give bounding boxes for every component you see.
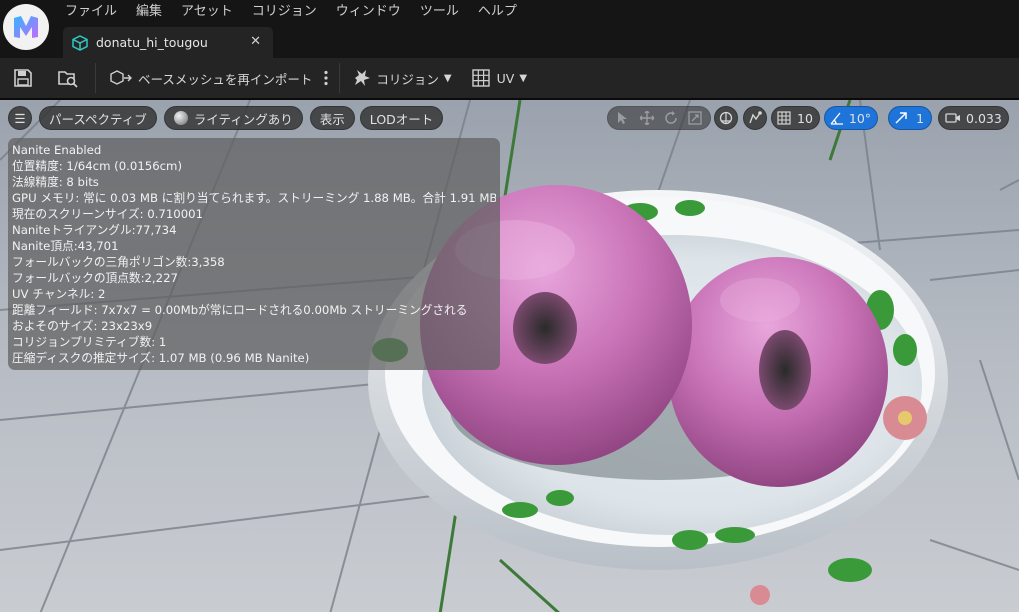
- browse-content-icon: [58, 71, 78, 88]
- rotate-icon[interactable]: [659, 106, 683, 130]
- unreal-logo-icon[interactable]: [3, 4, 49, 50]
- angle-icon: [830, 112, 843, 125]
- uv-dropdown[interactable]: UV ▼: [471, 63, 528, 93]
- lighting-sphere-icon: [173, 111, 188, 125]
- menu-help[interactable]: ヘルプ: [468, 0, 526, 24]
- perspective-label: パースペクティブ: [49, 111, 147, 127]
- title-bar: ファイル 編集 アセット コリジョン ウィンドウ ツール ヘルプ donatu_…: [0, 0, 1019, 58]
- collision-dropdown[interactable]: コリジョン ▼: [351, 63, 452, 93]
- save-icon: [14, 69, 32, 87]
- menu-edit[interactable]: 編集: [126, 0, 171, 24]
- rotation-snap-button[interactable]: 10°: [823, 106, 879, 130]
- static-mesh-icon: [72, 34, 88, 51]
- scale-snap-button[interactable]: 1: [888, 106, 933, 130]
- reimport-button[interactable]: ベースメッシュを再インポート: [110, 63, 312, 93]
- lighting-button[interactable]: ライティングあり: [163, 106, 303, 130]
- reimport-icon: [110, 70, 132, 85]
- collision-icon: [355, 70, 371, 86]
- hamburger-menu-icon[interactable]: ☰: [8, 106, 32, 130]
- lod-label: LODオート: [369, 111, 434, 127]
- toolbar: ベースメッシュを再インポート コリジョン ▼ UV ▼: [0, 58, 1019, 98]
- stat-fallback-triangles: フォールバックの三角ポリゴン数:3,358: [12, 255, 225, 269]
- mesh-stats-panel: Nanite Enabled 位置精度: 1/64cm (0.0156cm) 法…: [8, 138, 500, 370]
- stat-distance-field: 距離フィールド: 7x7x7 = 0.00Mbが常にロードされる0.00Mb ス…: [12, 303, 468, 317]
- menu-asset[interactable]: アセット: [171, 0, 242, 24]
- asset-tab[interactable]: donatu_hi_tougou ✕: [63, 27, 273, 58]
- stat-nanite-triangles: Naniteトライアングル:77,734: [12, 223, 177, 237]
- scale-snap-value: 1: [916, 110, 925, 126]
- tab-title: donatu_hi_tougou: [96, 35, 208, 50]
- transform-tools: [607, 106, 711, 130]
- stat-compressed-size: 圧縮ディスクの推定サイズ: 1.07 MB (0.96 MB Nanite): [12, 351, 310, 365]
- menu-file[interactable]: ファイル: [55, 0, 126, 24]
- camera-speed-button[interactable]: 0.033: [938, 106, 1009, 130]
- select-icon[interactable]: [611, 106, 635, 130]
- show-button[interactable]: 表示: [309, 106, 355, 130]
- uv-label: UV: [496, 70, 515, 86]
- stat-normal-precision: 法線精度: 8 bits: [12, 175, 99, 189]
- reimport-label: ベースメッシュを再インポート: [138, 71, 313, 87]
- camera-icon: [945, 113, 961, 123]
- viewport[interactable]: ☰ パースペクティブ ライティングあり 表示 LODオート 10 10° 1 0…: [0, 98, 1019, 612]
- rotation-snap-value: 10°: [848, 110, 872, 126]
- perspective-button[interactable]: パースペクティブ: [39, 106, 157, 130]
- stat-approx-size: およそのサイズ: 23x23x9: [12, 319, 153, 333]
- stat-collision-primitives: コリジョンプリミティブ数: 1: [12, 335, 167, 349]
- uv-grid-icon: [471, 69, 490, 87]
- toolbar-divider: [95, 63, 96, 93]
- show-label: 表示: [319, 111, 345, 127]
- surface-snap-icon[interactable]: [743, 106, 767, 130]
- local-space-icon[interactable]: [714, 106, 738, 130]
- lighting-label: ライティングあり: [193, 111, 293, 127]
- chevron-down-icon: ▼: [443, 72, 452, 84]
- menu-collision[interactable]: コリジョン: [242, 0, 326, 24]
- stat-position-precision: 位置精度: 1/64cm (0.0156cm): [12, 159, 182, 173]
- stat-gpu-memory: GPU メモリ: 常に 0.03 MB に割り当てられます。ストリーミング 1.…: [12, 191, 496, 205]
- move-icon[interactable]: [635, 106, 659, 130]
- browse-button[interactable]: [57, 63, 81, 93]
- toolbar-divider: [339, 63, 341, 93]
- grid-icon: [777, 111, 791, 125]
- collision-label: コリジョン: [376, 71, 439, 87]
- scale-arrow-icon: [895, 112, 907, 124]
- save-button[interactable]: [13, 63, 35, 93]
- grid-snap-button[interactable]: 10: [771, 106, 820, 130]
- stat-fallback-vertices: フォールバックの頂点数:2,227: [12, 271, 178, 285]
- viewport-left-controls: ☰ パースペクティブ ライティングあり 表示 LODオート: [8, 106, 444, 130]
- lod-button[interactable]: LODオート: [359, 106, 444, 130]
- stat-nanite-enabled: Nanite Enabled: [12, 143, 102, 157]
- stat-nanite-vertices: Nanite頂点:43,701: [12, 239, 119, 253]
- stat-uv-channels: UV チャンネル: 2: [12, 287, 106, 301]
- menu-bar: ファイル 編集 アセット コリジョン ウィンドウ ツール ヘルプ: [55, 0, 526, 24]
- menu-window[interactable]: ウィンドウ: [326, 0, 410, 24]
- more-vertical-icon[interactable]: [321, 63, 331, 93]
- menu-tools[interactable]: ツール: [410, 0, 468, 24]
- stat-screen-size: 現在のスクリーンサイズ: 0.710001: [12, 207, 204, 221]
- close-icon[interactable]: ✕: [250, 34, 261, 49]
- grid-snap-value: 10: [797, 110, 813, 126]
- scale-icon[interactable]: [683, 106, 707, 130]
- camera-speed-value: 0.033: [966, 110, 1002, 126]
- viewport-right-controls: 10 10° 1 0.033: [607, 106, 1009, 130]
- chevron-down-icon: ▼: [519, 72, 528, 84]
